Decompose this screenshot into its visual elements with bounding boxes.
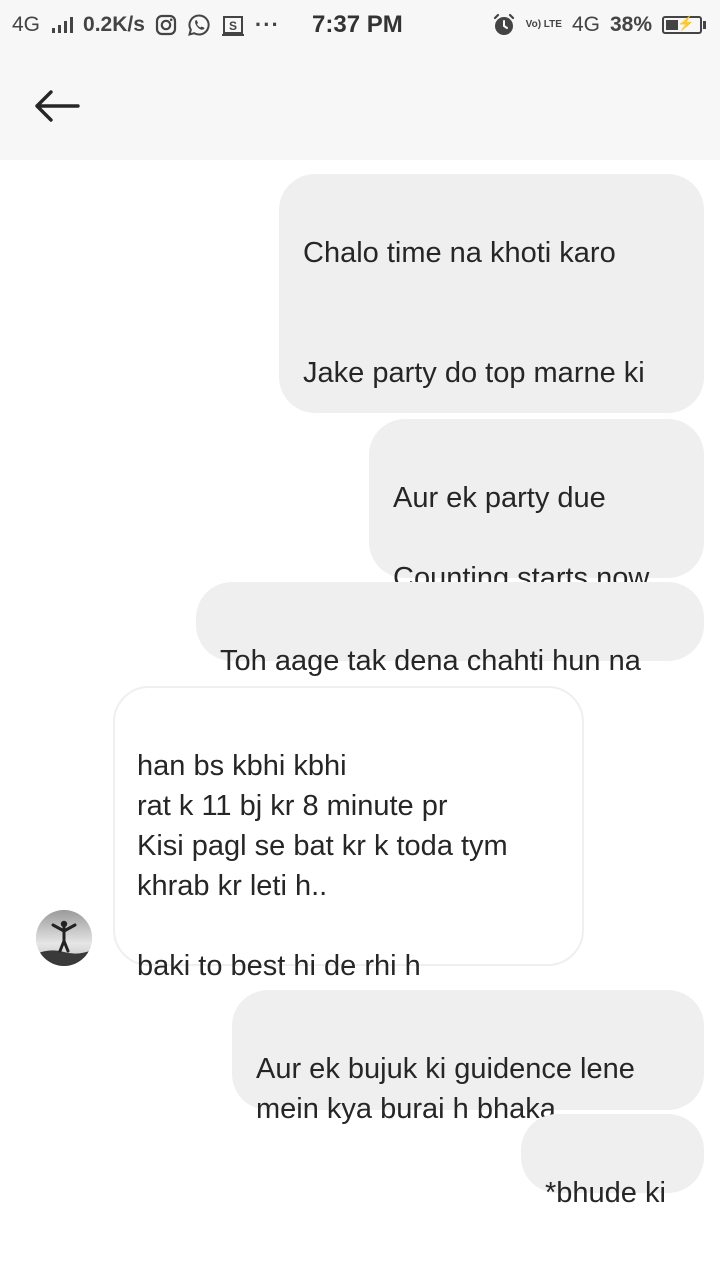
thread-header [0, 50, 720, 160]
whatsapp-icon [187, 13, 211, 37]
arrow-left-icon [35, 90, 80, 122]
status-bar: 4G 0.2K/s S ··· 7:37 PM Vo) LTE 4G 38% ⚡ [0, 0, 720, 50]
battery-icon: ⚡ [662, 15, 706, 34]
more-notifications-icon: ··· [254, 12, 280, 37]
message-outgoing[interactable]: Aur ek bujuk ki guidence lene mein kya b… [232, 990, 704, 1125]
avatar-photo [36, 910, 92, 966]
network-type-right: 4G [571, 13, 600, 36]
message-text: Aur ek party due Counting starts now [393, 482, 650, 594]
network-speed: 0.2K/s [83, 13, 145, 36]
network-type-left: 4G [12, 13, 41, 36]
message-text: Toh aage tak dena chahti hun na [220, 645, 641, 677]
status-left: 4G 0.2K/s S ··· [12, 0, 280, 50]
message-outgoing[interactable]: Chalo time na khoti karo Jake party do t… [279, 174, 704, 413]
message-text: Chalo time na khoti karo Jake party do t… [303, 237, 645, 389]
message-text: han bs kbhi kbhi rat k 11 bj kr 8 minute… [137, 750, 508, 982]
volte-label: Vo) LTE [525, 19, 562, 30]
status-right: Vo) LTE 4G 38% ⚡ [492, 0, 706, 50]
signal-icon [52, 17, 74, 33]
message-incoming[interactable]: han bs kbhi kbhi rat k 11 bj kr 8 minute… [113, 686, 584, 982]
message-text: *bhude ki [545, 1177, 666, 1209]
back-button[interactable] [28, 84, 84, 128]
screenshot-icon: S [221, 14, 245, 36]
alarm-icon [492, 13, 516, 37]
instagram-icon [155, 14, 177, 36]
message-outgoing[interactable]: Toh aage tak dena chahti hun na [196, 582, 704, 677]
message-outgoing[interactable]: *bhude ki [521, 1114, 704, 1209]
message-outgoing[interactable]: Aur ek party due Counting starts now [369, 419, 704, 594]
battery-percent: 38% [609, 13, 652, 36]
volte-icon: Vo) LTE [526, 20, 562, 30]
clock: 7:37 PM [312, 11, 403, 38]
avatar[interactable] [36, 910, 92, 966]
svg-text:S: S [229, 19, 237, 33]
